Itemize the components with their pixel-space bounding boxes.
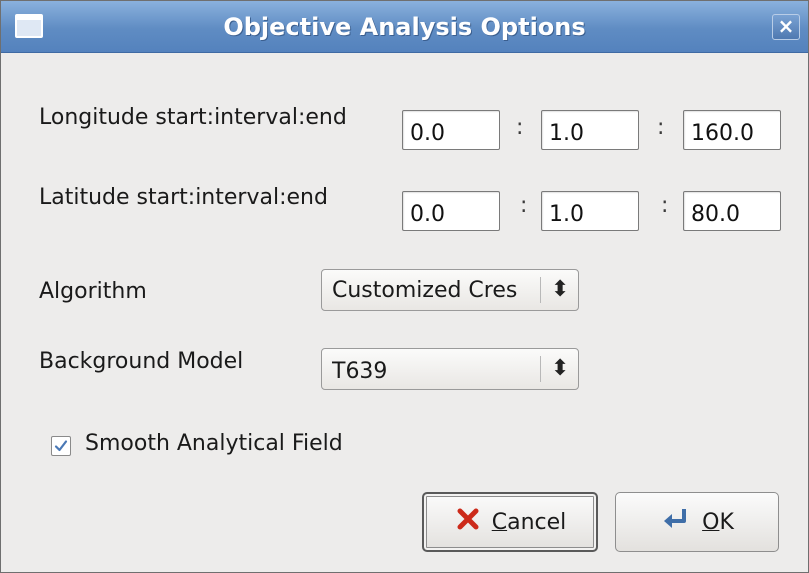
select-arrows-icon: ⬍ (551, 277, 570, 302)
background-model-label: Background Model (39, 349, 244, 374)
cancel-label: Cancel (491, 509, 567, 535)
longitude-start-input[interactable] (402, 110, 500, 150)
longitude-label: Longitude start:interval:end (39, 105, 347, 130)
dialog-window: Objective Analysis Options × Longitude s… (0, 0, 809, 573)
title-bar[interactable]: Objective Analysis Options × (1, 1, 808, 53)
latitude-end-input[interactable] (683, 191, 781, 231)
longitude-separator-1: : (516, 115, 524, 140)
cancel-x-icon (454, 505, 482, 539)
smooth-checkbox-label[interactable]: Smooth Analytical Field (85, 431, 343, 456)
algorithm-selected-value: Customized Cres (332, 278, 518, 303)
ok-button[interactable]: OK (615, 492, 779, 552)
background-model-select[interactable]: T639 ⬍ (321, 348, 579, 390)
algorithm-select[interactable]: Customized Cres ⬍ (321, 269, 579, 311)
latitude-separator-2: : (661, 193, 669, 218)
background-model-select-divider (540, 356, 541, 382)
checkmark-icon (54, 440, 68, 452)
smooth-checkbox[interactable] (51, 436, 71, 456)
latitude-start-input[interactable] (402, 191, 500, 231)
select-arrows-icon: ⬍ (551, 356, 570, 381)
longitude-end-input[interactable] (683, 110, 781, 150)
cancel-button[interactable]: Cancel (422, 492, 598, 552)
latitude-interval-input[interactable] (541, 191, 639, 231)
algorithm-label: Algorithm (39, 279, 147, 304)
latitude-label: Latitude start:interval:end (39, 185, 328, 210)
latitude-separator-1: : (520, 193, 528, 218)
background-model-selected-value: T639 (332, 359, 388, 384)
algorithm-select-divider (540, 277, 541, 303)
close-icon[interactable]: × (772, 14, 800, 40)
window-title: Objective Analysis Options (223, 13, 586, 41)
ok-label: OK (702, 509, 734, 535)
longitude-separator-2: : (657, 115, 665, 140)
return-arrow-icon (660, 505, 692, 539)
longitude-interval-input[interactable] (541, 110, 639, 150)
